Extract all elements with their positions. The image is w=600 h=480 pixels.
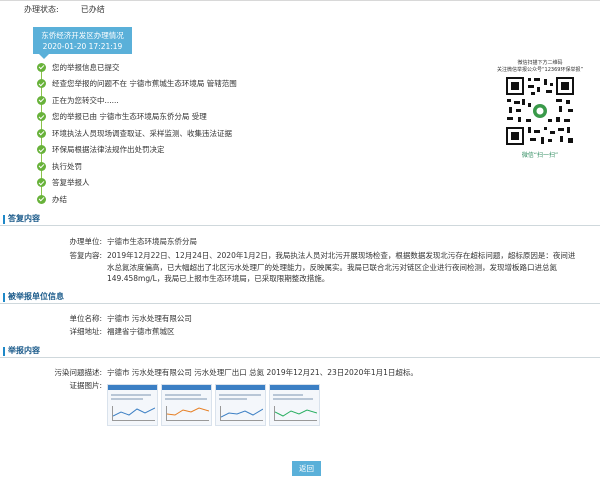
check-circle-icon	[37, 161, 46, 171]
check-circle-icon	[37, 145, 46, 155]
section-title: 答复内容	[8, 214, 40, 223]
unit-label: 办理单位:	[69, 237, 102, 246]
unit-name-value: 宁德市 污水处理有限公司	[107, 314, 192, 323]
timeline-step-label: 办结	[52, 194, 67, 204]
address-value: 福建省宁德市蕉城区	[107, 327, 175, 336]
progress-timeline: 您的举报信息已提交 经查您举报的问题不在 宁德市蕉城生态环境局 管辖范围 正在为…	[37, 59, 237, 208]
reported-unit-section-header: 被举报单位信息	[0, 292, 600, 304]
timeline-step: 执行处罚	[37, 158, 237, 180]
check-circle-icon	[37, 112, 46, 122]
reply-section-header: 答复内容	[0, 214, 600, 226]
timeline-header-time: 2020-01-20 17:21:19	[42, 42, 123, 51]
timeline-step: 您的举报已由 宁德市生态环境局东侨分局 受理	[37, 109, 237, 130]
qr-footer: 微信“扫一扫”	[521, 152, 559, 159]
timeline-step-label: 经查您举报的问题不在 宁德市蕉城生态环境局 管辖范围	[52, 79, 237, 89]
timeline-step-label: 执行处罚	[52, 161, 82, 171]
check-circle-icon	[37, 128, 46, 138]
top-border	[0, 0, 600, 1]
section-title: 举报内容	[8, 346, 40, 355]
reply-content-value: 2019年12月22日、12月24日、2020年1月2日，我局执法人员对北污开展…	[107, 251, 576, 283]
evidence-photo[interactable]	[107, 384, 158, 426]
address-label: 详细地址:	[69, 327, 102, 336]
timeline-step-label: 您的举报已由 宁德市生态环境局东侨分局 受理	[52, 112, 207, 122]
evidence-photo[interactable]	[161, 384, 212, 426]
check-circle-icon	[37, 95, 46, 105]
evidence-photo[interactable]	[215, 384, 266, 426]
status-row: 办理状态: 已办结	[24, 5, 105, 15]
timeline-step: 正在为您转交中......	[37, 92, 237, 114]
unit-value: 宁德市生态环境局东侨分局	[107, 237, 197, 246]
timeline-step: 环境执法人员现场调查取证、采样监测、收集违法证据	[37, 125, 237, 147]
status-value: 已办结	[80, 5, 105, 14]
timeline-step-label: 环保局根据法律法规作出处罚决定	[52, 145, 165, 155]
reply-content-label: 答复内容:	[69, 251, 102, 260]
timeline-step-label: 环境执法人员现场调查取证、采样监测、收集违法证据	[52, 128, 232, 138]
timeline-step: 环保局根据法律法规作出处罚决定	[37, 142, 237, 163]
check-circle-icon	[37, 79, 46, 89]
section-title: 被举报单位信息	[8, 292, 64, 301]
qr-caption-line1: 微信扫描下方二维码	[517, 60, 563, 66]
timeline-step-label: 正在为您转交中......	[52, 95, 119, 105]
section-marker	[3, 293, 5, 302]
back-button[interactable]: 返回	[292, 461, 321, 476]
timeline-step: 经查您举报的问题不在 宁德市蕉城生态环境局 管辖范围	[37, 76, 237, 97]
evidence-photos-label: 证据图片:	[69, 381, 102, 390]
qr-caption-line2: 关注微信举报公众号“12369环保举报”	[496, 67, 584, 73]
status-label: 办理状态:	[24, 5, 59, 14]
section-marker	[3, 347, 5, 356]
timeline-step-label: 您的举报信息已提交	[52, 62, 120, 72]
timeline-header-box: 东侨经济开发区办理情况 2020-01-20 17:21:19	[33, 27, 132, 59]
timeline-header-title: 东侨经济开发区办理情况	[41, 31, 124, 40]
evidence-photo[interactable]	[269, 384, 320, 426]
section-marker	[3, 215, 5, 224]
check-circle-icon	[37, 194, 46, 204]
timeline-step: 答复举报人	[37, 175, 237, 196]
timeline-step: 您的举报信息已提交	[37, 59, 237, 81]
unit-name-label: 单位名称:	[69, 314, 102, 323]
timeline-step-label: 答复举报人	[52, 178, 90, 188]
qr-code-image	[504, 75, 576, 147]
report-section-header: 举报内容	[0, 346, 600, 358]
pollution-desc-label: 污染问题描述:	[54, 368, 102, 377]
evidence-photos	[107, 384, 323, 426]
check-circle-icon	[37, 178, 46, 188]
check-circle-icon	[37, 62, 46, 72]
timeline-step: 办结	[37, 191, 237, 208]
pollution-desc-value: 宁德市 污水处理有限公司 污水处理厂出口 总氮 2019年12月21、23日20…	[107, 368, 418, 377]
